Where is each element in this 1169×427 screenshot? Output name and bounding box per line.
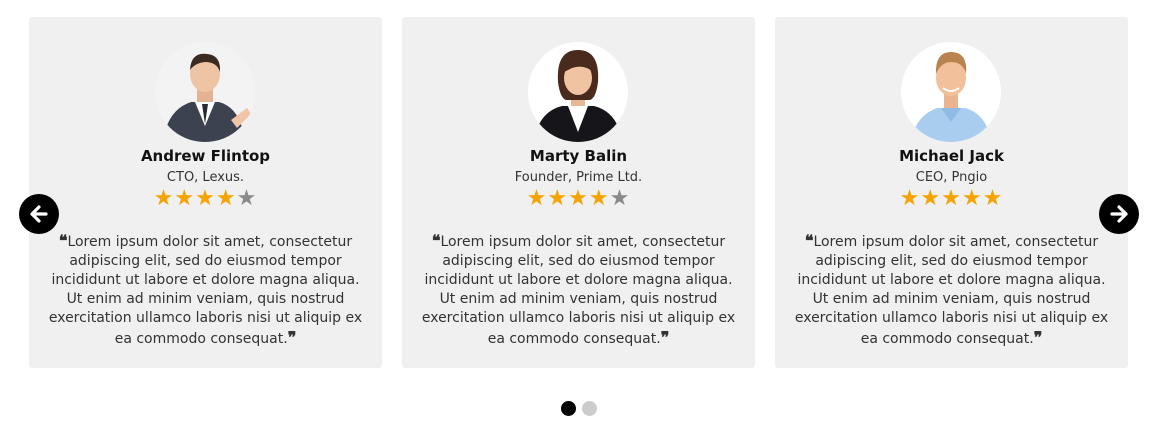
avatar (155, 42, 255, 142)
testimonial-role: CTO, Lexus. (166, 170, 245, 185)
star-filled-icon: ★ (568, 186, 589, 211)
testimonial-card: Andrew Flintop CTO, Lexus. ★★★★★ ❝Lorem … (29, 17, 382, 368)
star-empty-icon: ★ (236, 186, 258, 211)
close-quote-icon: ❞ (660, 328, 670, 347)
rating-stars: ★★★★★ (775, 187, 1128, 211)
star-filled-icon: ★ (195, 186, 216, 211)
star-filled-icon: ★ (547, 186, 569, 211)
testimonial-quote: ❝Lorem ipsum dolor sit amet, consectetur… (416, 231, 741, 349)
testimonial-name: Marty Balin (529, 147, 628, 165)
arrow-left-icon (30, 205, 48, 223)
quote-text: Lorem ipsum dolor sit amet, consectetur … (421, 234, 736, 347)
carousel-dot-1[interactable] (561, 401, 576, 416)
testimonial-role: Founder, Prime Ltd. (514, 170, 643, 185)
avatar (901, 42, 1001, 142)
arrow-right-icon (1110, 205, 1128, 223)
quote-text: Lorem ipsum dolor sit amet, consectetur … (48, 234, 363, 347)
star-filled-icon: ★ (920, 186, 942, 211)
star-filled-icon: ★ (982, 186, 1004, 211)
testimonial-quote: ❝Lorem ipsum dolor sit amet, consectetur… (43, 231, 368, 349)
avatar (528, 42, 628, 142)
rating-stars: ★★★★★ (402, 187, 755, 211)
testimonial-card: Michael Jack CEO, Pngio ★★★★★ ❝Lorem ips… (775, 17, 1128, 368)
star-filled-icon: ★ (174, 186, 196, 211)
star-filled-icon: ★ (588, 186, 610, 211)
close-quote-icon: ❞ (287, 328, 297, 347)
testimonial-role: CEO, Pngio (915, 170, 988, 185)
carousel-prev-button[interactable] (19, 194, 59, 234)
star-filled-icon: ★ (215, 186, 237, 211)
testimonial-quote: ❝Lorem ipsum dolor sit amet, consectetur… (789, 231, 1114, 349)
star-filled-icon: ★ (526, 186, 548, 211)
close-quote-icon: ❞ (1033, 328, 1043, 347)
rating-stars: ★★★★★ (29, 187, 382, 211)
quote-text: Lorem ipsum dolor sit amet, consectetur … (794, 234, 1109, 347)
testimonial-name: Michael Jack (899, 147, 1004, 165)
star-empty-icon: ★ (609, 186, 631, 211)
star-filled-icon: ★ (961, 186, 983, 211)
testimonial-name: Andrew Flintop (140, 147, 271, 165)
carousel-dot-2[interactable] (582, 401, 597, 416)
star-filled-icon: ★ (941, 186, 962, 211)
star-filled-icon: ★ (153, 186, 175, 211)
star-filled-icon: ★ (899, 186, 921, 211)
carousel-next-button[interactable] (1099, 194, 1139, 234)
testimonial-card: Marty Balin Founder, Prime Ltd. ★★★★★ ❝L… (402, 17, 755, 368)
